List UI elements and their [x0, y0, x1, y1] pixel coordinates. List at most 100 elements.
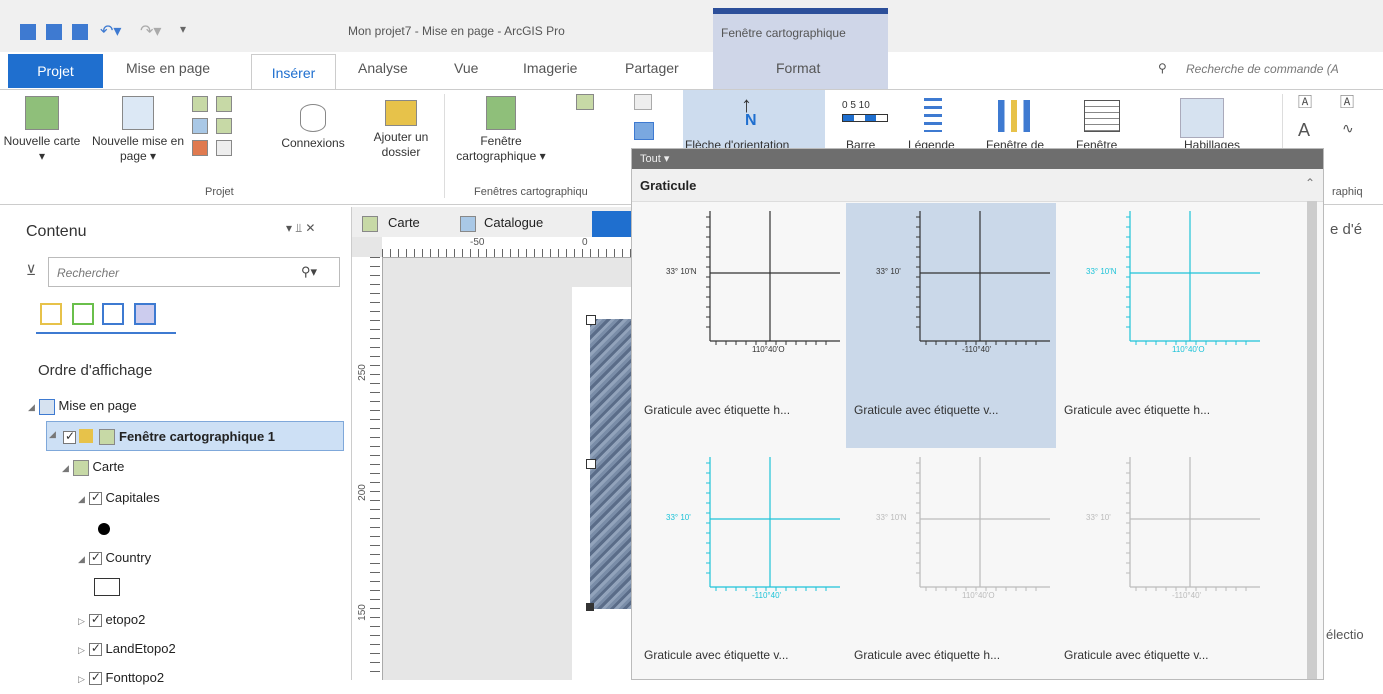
tree-item-fonttopo2[interactable]: ▷ Fonttopo2: [78, 670, 164, 686]
view-tab-carte[interactable]: Carte: [388, 215, 420, 230]
point-symbol-icon[interactable]: [98, 523, 110, 535]
save-project-icon[interactable]: [72, 24, 88, 40]
ruler-label: 250: [356, 364, 368, 381]
task-icon[interactable]: [216, 118, 232, 134]
graticule-preview: [706, 457, 840, 591]
ruler-label: 200: [356, 484, 368, 501]
contents-search-input[interactable]: Rechercher ⚲▾: [48, 257, 340, 287]
text-box-icon[interactable]: 🄰: [1298, 92, 1312, 112]
gallery-scrollbar[interactable]: [1307, 201, 1317, 679]
selection-handle[interactable]: [586, 315, 596, 325]
view-tab-catalogue[interactable]: Catalogue: [484, 215, 543, 230]
tab-imagerie[interactable]: Imagerie: [523, 60, 577, 76]
polygon-symbol-icon[interactable]: [94, 578, 120, 596]
collapse-chevron-icon[interactable]: ⌃: [1305, 176, 1315, 190]
small-tools-group: [190, 96, 260, 176]
scale-bar-icon: [842, 114, 888, 122]
context-tab-title: Fenêtre cartographique: [721, 26, 846, 40]
connections-button[interactable]: Connexions: [268, 104, 358, 151]
text-large-icon[interactable]: A: [1298, 120, 1310, 141]
map-frame-button[interactable]: Fenêtre cartographique ▾: [446, 96, 556, 164]
legend-button[interactable]: Légende: [908, 96, 990, 156]
new-project-icon[interactable]: [20, 24, 36, 40]
tab-partager[interactable]: Partager: [625, 60, 679, 76]
north-arrow-button[interactable]: ↑ N Flèche d'orientation: [683, 90, 825, 152]
group-label-graphique: raphiq: [1332, 186, 1363, 198]
new-map-button[interactable]: Nouvelle carte ▾: [2, 96, 82, 164]
tree-item-map-frame[interactable]: ◢ Fenêtre cartographique 1: [46, 421, 344, 451]
pane-controls[interactable]: ▾ ⫫ ✕: [286, 221, 316, 236]
graticule-style-item[interactable]: 33° 10' -110°40' Graticule avec étiquette …: [1056, 449, 1266, 694]
selection-handle[interactable]: [586, 459, 596, 469]
tab-format[interactable]: Format: [776, 60, 820, 76]
active-view-underline: [36, 332, 176, 334]
tab-analyse[interactable]: Analyse: [358, 60, 408, 76]
draw-order-icon[interactable]: [40, 303, 62, 325]
import-layout-icon[interactable]: [216, 96, 232, 112]
graticule-lat-label: 33° 10': [666, 513, 691, 522]
visibility-checkbox[interactable]: [88, 550, 102, 566]
undo-icon[interactable]: ↶▾: [100, 21, 121, 41]
tree-item-map[interactable]: ◢ Carte: [62, 459, 124, 476]
graticule-preview: [916, 211, 1050, 345]
toolbox-icon[interactable]: [192, 140, 208, 156]
map-frame-element[interactable]: [590, 319, 632, 609]
gallery-filter-dropdown[interactable]: Tout ▾: [632, 149, 1323, 169]
tab-inserer[interactable]: Insérer: [251, 54, 336, 90]
source-order-icon[interactable]: [72, 303, 94, 325]
surrounds-button[interactable]: Habillages: [1160, 96, 1270, 156]
tab-mise-en-page[interactable]: Mise en page: [126, 60, 210, 76]
graticule-style-item[interactable]: 33° 10'N 110°40'O Graticule avec étiquette…: [1056, 203, 1266, 448]
filter-icon[interactable]: ⊻: [26, 262, 36, 279]
graticule-style-item[interactable]: 33° 10' -110°40' Graticule avec étiquette …: [846, 203, 1056, 448]
tree-item-country[interactable]: ◢ Country: [78, 550, 152, 566]
selection-order-icon[interactable]: [102, 303, 124, 325]
command-search-icon: ⚲: [1158, 61, 1167, 75]
add-folder-button[interactable]: Ajouter un dossier: [362, 100, 440, 160]
report-icon[interactable]: [192, 118, 208, 134]
tab-vue[interactable]: Vue: [454, 60, 478, 76]
graticule-style-item[interactable]: 33° 10'N 110°40'O Graticule avec étiquette…: [846, 449, 1056, 694]
text-box2-icon[interactable]: 🄰: [1340, 92, 1354, 112]
lock-icon[interactable]: [79, 429, 93, 443]
customize-qat-icon[interactable]: ▾: [180, 22, 186, 36]
view-tab-layout-active[interactable]: [592, 211, 632, 237]
table-frame-button[interactable]: Fenêtre: [1076, 96, 1140, 156]
extent-indicator-icon[interactable]: [576, 94, 594, 110]
graticule-style-item[interactable]: 33° 10'N 110°40'O Graticule avec étiquette…: [636, 203, 846, 448]
chart-frame-button[interactable]: Fenêtre de: [986, 96, 1056, 156]
visibility-checkbox[interactable]: [88, 490, 102, 506]
visibility-checkbox[interactable]: [88, 612, 102, 628]
graticule-icon[interactable]: [634, 122, 654, 140]
new-layout-button[interactable]: Nouvelle mise en page ▾: [86, 96, 190, 164]
editing-order-icon[interactable]: [134, 303, 156, 325]
table-frame-icon: [1084, 100, 1120, 132]
tree-label: LandEtopo2: [105, 641, 176, 656]
scale-bar-button[interactable]: 0 5 10 Barre: [840, 98, 890, 152]
open-project-icon[interactable]: [46, 24, 62, 40]
text-curved-icon[interactable]: ∿: [1342, 120, 1354, 137]
graticule-caption: Graticule avec étiquette h...: [1064, 403, 1211, 417]
command-search-input[interactable]: Recherche de commande (A: [1186, 62, 1339, 76]
grid-icon[interactable]: [634, 94, 652, 110]
north-letter: N: [745, 112, 757, 129]
selection-handle[interactable]: [586, 603, 594, 611]
tree-item-landetopo2[interactable]: ▷ LandEtopo2: [78, 641, 176, 657]
graticule-gallery: Tout ▾ Graticule ⌃ 33° 10'N 110°40'O Grati…: [631, 148, 1324, 680]
tab-projet[interactable]: Projet: [8, 54, 103, 88]
search-placeholder: Rechercher: [57, 266, 120, 280]
tree-label: Fenêtre cartographique 1: [119, 429, 276, 444]
tree-item-etopo2[interactable]: ▷ etopo2: [78, 612, 145, 628]
tree-item-layout[interactable]: ◢ Mise en page: [28, 398, 137, 415]
notebook-icon[interactable]: [216, 140, 232, 156]
tree-item-capitales[interactable]: ◢ Capitales: [78, 490, 160, 506]
tree-label: Country: [105, 550, 152, 565]
visibility-checkbox[interactable]: [63, 429, 76, 445]
graticule-style-item[interactable]: 33° 10' -110°40' Graticule avec étiquette …: [636, 449, 846, 694]
ruler-ticks: [370, 257, 380, 680]
visibility-checkbox[interactable]: [88, 641, 102, 657]
visibility-checkbox[interactable]: [88, 670, 102, 686]
import-map-icon[interactable]: [192, 96, 208, 112]
redo-icon[interactable]: ↷▾: [140, 21, 161, 41]
gallery-header: Graticule ⌃: [632, 169, 1323, 202]
